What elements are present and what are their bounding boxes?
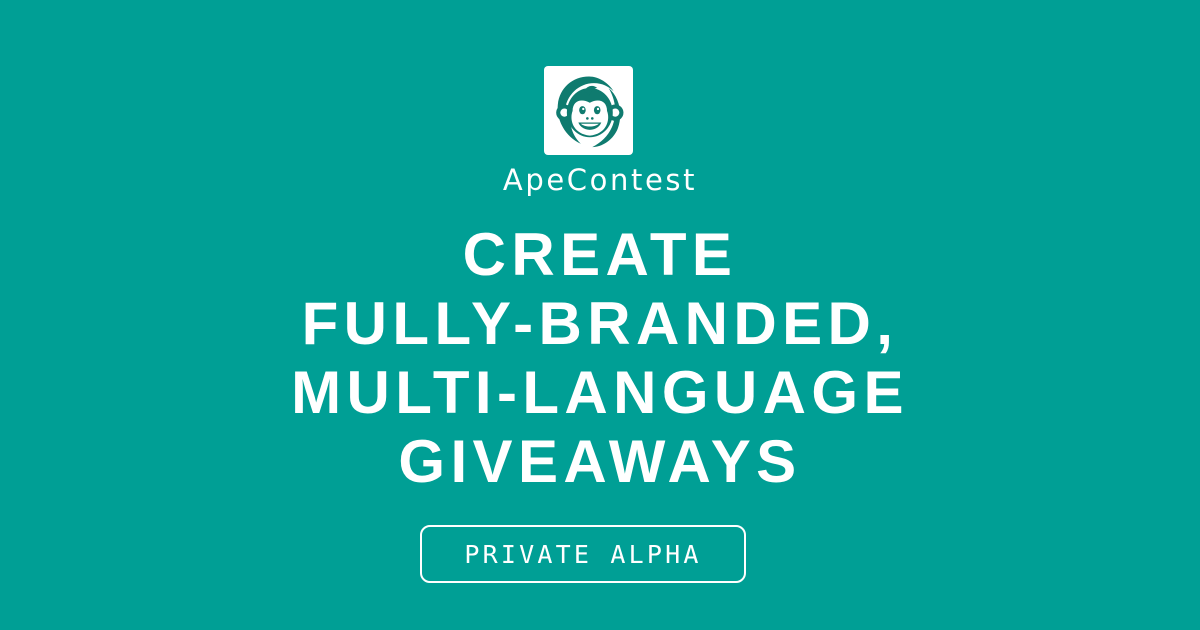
headline-line: FULLY-BRANDED, bbox=[301, 290, 899, 357]
headline: CREATE FULLY-BRANDED, MULTI-LANGUAGE GIV… bbox=[0, 220, 1200, 496]
headline-line: MULTI-LANGUAGE bbox=[291, 359, 909, 426]
brand-name: ApeContest bbox=[502, 163, 698, 197]
banner: ApeContest CREATE FULLY-BRANDED, MULTI-L… bbox=[0, 0, 1200, 630]
private-alpha-badge: PRIVATE ALPHA bbox=[420, 525, 746, 583]
headline-line: GIVEAWAYS bbox=[398, 428, 802, 495]
headline-line: CREATE bbox=[462, 221, 738, 288]
monkey-face-icon bbox=[555, 76, 623, 147]
logo-tile bbox=[544, 66, 633, 155]
